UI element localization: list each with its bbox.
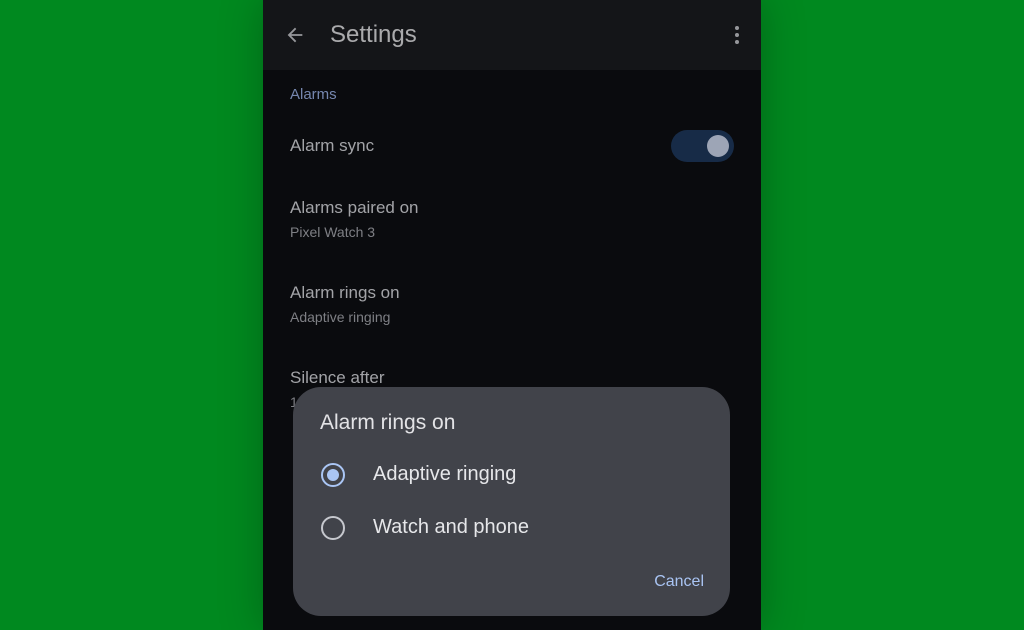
option-label: Watch and phone: [373, 516, 530, 538]
phone-screen: Settings Alarms Alarm sync Alarms paired…: [263, 0, 761, 630]
option-adaptive-ringing[interactable]: Adaptive ringing: [293, 452, 730, 498]
option-watch-and-phone[interactable]: Watch and phone: [293, 505, 730, 551]
option-label: Adaptive ringing: [373, 463, 517, 485]
radio-unselected-icon[interactable]: [321, 516, 345, 540]
dialog-title: Alarm rings on: [320, 411, 456, 434]
cancel-button[interactable]: Cancel: [654, 573, 704, 591]
radio-selected-icon[interactable]: [321, 463, 345, 487]
alarm-rings-on-dialog: Alarm rings on Adaptive ringing Watch an…: [293, 387, 730, 616]
